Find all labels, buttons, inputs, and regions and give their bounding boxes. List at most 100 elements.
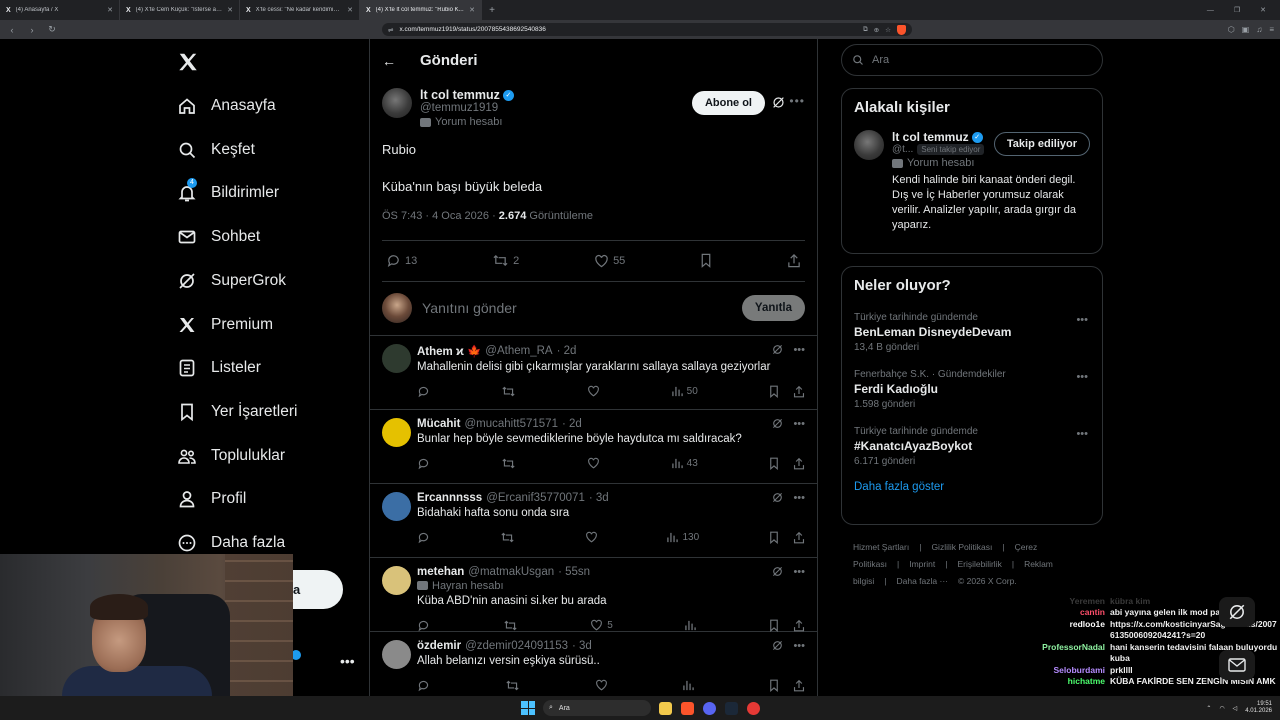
reply-post[interactable]: Ercannnsss @Ercanif35770071 · 3d Bidahaki h…: [370, 484, 817, 558]
more-options-icon[interactable]: •••: [793, 418, 805, 430]
reply-author-name[interactable]: Ercannnsss: [417, 492, 482, 504]
trend-more-icon[interactable]: •••: [1076, 428, 1088, 440]
account-more-icon[interactable]: •••: [340, 653, 355, 669]
reply-avatar[interactable]: [382, 417, 411, 447]
reply-avatar[interactable]: [382, 639, 411, 669]
share-up-icon[interactable]: [793, 531, 805, 544]
reply-input[interactable]: Yanıtını gönder: [422, 300, 732, 316]
sidebar-item-person[interactable]: Profil: [177, 484, 246, 514]
grok-icon[interactable]: [772, 492, 783, 503]
reply-icon[interactable]: [417, 531, 430, 544]
more-options-icon[interactable]: •••: [793, 492, 805, 504]
show-more-link[interactable]: Daha fazla göster: [854, 481, 1090, 493]
grok-icon[interactable]: [772, 640, 783, 651]
tab-close-icon[interactable]: ✕: [469, 6, 475, 14]
reply-avatar[interactable]: [382, 565, 411, 595]
reply-post[interactable]: metehan @matmakUsgan · 55sn Hayran hesabı Kü…: [370, 558, 817, 632]
browser-tab[interactable]: X (4) X'te lt col temmuz: "Rubio K... ✕: [360, 0, 482, 20]
share-up-icon[interactable]: [793, 679, 805, 692]
reply-author-name[interactable]: özdemir: [417, 640, 461, 652]
sidebar-item-people[interactable]: Topluluklar: [177, 441, 285, 471]
reply-author-handle[interactable]: @Ercanif35770071: [486, 492, 585, 504]
url-bar[interactable]: ⇌ x.com/temmuz1919/status/20078554386925…: [382, 23, 912, 36]
bookmark-icon[interactable]: [769, 531, 779, 544]
reply-author-handle[interactable]: @matmakUsgan: [468, 566, 554, 578]
volume-icon[interactable]: ◁: [1233, 705, 1238, 712]
bookmark-action[interactable]: [700, 253, 712, 269]
footer-link[interactable]: Hizmet Şartları: [853, 542, 909, 552]
author-name[interactable]: lt col temmuz: [420, 88, 500, 102]
repost-icon[interactable]: [501, 385, 516, 398]
bookmark-icon[interactable]: [769, 385, 779, 398]
reply-author-name[interactable]: metehan: [417, 566, 464, 578]
author-avatar[interactable]: [382, 88, 412, 118]
reply-action[interactable]: 13: [386, 253, 417, 268]
clock[interactable]: 19:51 4.01.2026: [1245, 701, 1272, 716]
bookmark-icon[interactable]: [769, 619, 779, 632]
steam-icon[interactable]: [725, 701, 738, 715]
windows-start-icon[interactable]: [521, 701, 535, 715]
reply-icon[interactable]: [417, 619, 430, 632]
reply-author-name[interactable]: Mücahit: [417, 418, 460, 430]
sidebar-item-mail[interactable]: Sohbet: [177, 222, 260, 252]
sidebar-item-list[interactable]: Listeler: [177, 353, 261, 383]
more-options-icon[interactable]: •••: [793, 566, 805, 578]
like-action[interactable]: 55: [594, 254, 625, 268]
back-arrow-icon[interactable]: ←: [382, 53, 396, 69]
grok-overlay-icon[interactable]: [1219, 597, 1255, 627]
grok-icon[interactable]: [772, 344, 783, 355]
grok-icon[interactable]: [772, 566, 783, 577]
footer-link[interactable]: Erişilebilirlik: [957, 559, 1001, 569]
more-options-icon[interactable]: •••: [793, 344, 805, 356]
brave-browser-icon[interactable]: [681, 701, 694, 715]
grok-icon[interactable]: [772, 418, 783, 429]
tray-chevron-icon[interactable]: ⌃: [1206, 705, 1211, 712]
browser-tab[interactable]: X X'te cessi: "Ne kadar kendimiz eleştir.…: [240, 0, 360, 20]
reply-time[interactable]: · 2d: [557, 345, 577, 357]
footer-link[interactable]: Imprint: [909, 559, 935, 569]
author-handle[interactable]: @temmuz1919: [420, 102, 514, 114]
reply-icon[interactable]: [417, 385, 430, 398]
heart-icon[interactable]: [595, 679, 608, 692]
x-logo-icon[interactable]: [177, 51, 199, 73]
obs-icon[interactable]: [747, 701, 760, 715]
tab-close-icon[interactable]: ✕: [347, 6, 353, 14]
post-button[interactable]: a: [293, 570, 343, 609]
reply-post[interactable]: özdemir @zdemir024091153 · 3d Allah belanız…: [370, 632, 817, 696]
heart-icon[interactable]: [587, 457, 600, 470]
views-icon[interactable]: [685, 619, 697, 632]
reply-icon[interactable]: [417, 457, 430, 470]
close-window-icon[interactable]: ✕: [1260, 6, 1266, 14]
site-info-icon[interactable]: ⇌: [388, 26, 393, 34]
repost-icon[interactable]: [501, 457, 516, 470]
maximize-icon[interactable]: ❐: [1234, 6, 1240, 14]
trend-more-icon[interactable]: •••: [1076, 314, 1088, 326]
views-icon[interactable]: 50: [671, 385, 698, 398]
repost-icon[interactable]: [505, 679, 520, 692]
discord-icon[interactable]: [703, 701, 716, 715]
user-avatar[interactable]: [382, 293, 412, 324]
tab-close-icon[interactable]: ✕: [227, 6, 233, 14]
reply-avatar[interactable]: [382, 343, 411, 373]
zoom-icon[interactable]: ⊕: [874, 26, 879, 34]
menu-icon[interactable]: ≡: [1269, 25, 1274, 34]
file-explorer-icon[interactable]: [659, 701, 672, 715]
sidebar-item-grok[interactable]: SuperGrok: [177, 266, 286, 296]
reply-button[interactable]: Yanıtla: [741, 295, 805, 322]
related-name[interactable]: lt col temmuz: [892, 130, 969, 144]
tab-close-icon[interactable]: ✕: [107, 6, 113, 14]
reply-author-handle[interactable]: @mucahitt571571: [464, 418, 558, 430]
footer-link[interactable]: Gizlilik Politikası: [931, 542, 992, 552]
reply-icon[interactable]: [417, 679, 430, 692]
post-timestamp[interactable]: ÖS 7:43 · 4 Oca 2026 ·: [382, 210, 499, 222]
reply-author-handle[interactable]: @zdemir024091153: [465, 640, 568, 652]
share-action[interactable]: [787, 253, 801, 268]
minimize-icon[interactable]: —: [1207, 7, 1214, 14]
following-button[interactable]: Takip ediliyor: [993, 132, 1090, 156]
repost-icon[interactable]: [503, 619, 518, 632]
trend-more-icon[interactable]: •••: [1076, 371, 1088, 383]
new-tab-button[interactable]: +: [482, 0, 502, 20]
heart-icon[interactable]: [585, 531, 598, 544]
trend-item[interactable]: Türkiye tarihinde gündemde #KanatcıAyazBo…: [854, 426, 1090, 467]
wallet-icon[interactable]: ▣: [1242, 25, 1250, 34]
